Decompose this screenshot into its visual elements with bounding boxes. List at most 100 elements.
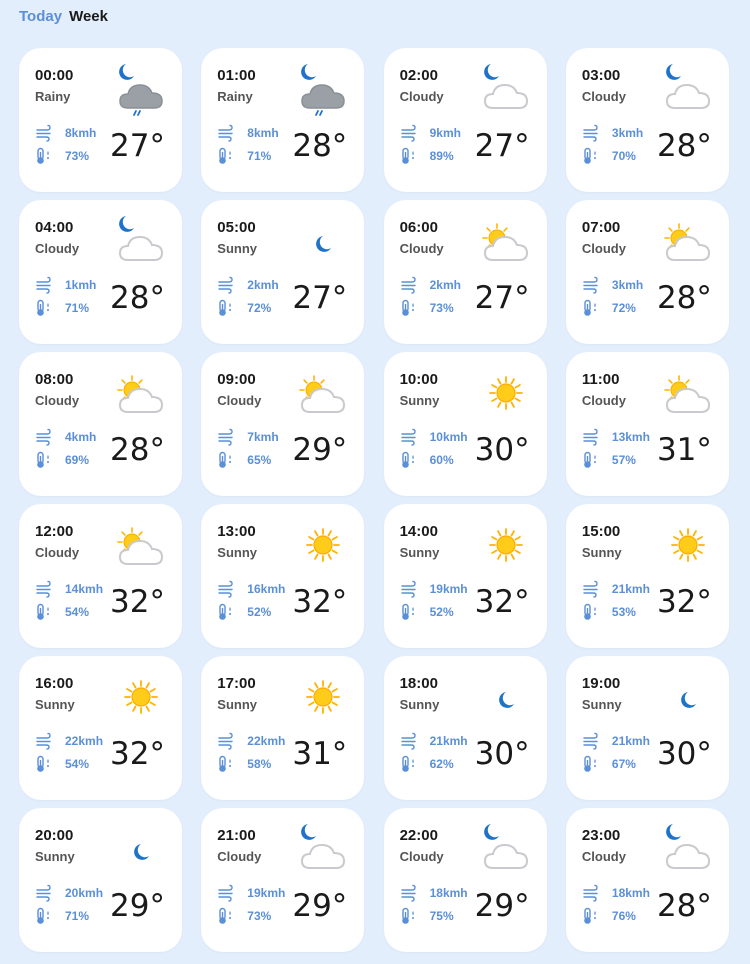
temperature: 28° [292, 128, 348, 164]
humidity-value: 69% [65, 453, 90, 467]
wind-row: 16kmh [217, 580, 285, 598]
forecast-card-1200[interactable]: 12:00 Cloudy 14kmh 54% 32° [19, 504, 182, 648]
humidity-row: 62% [400, 755, 454, 773]
forecast-time: 23:00 [581, 827, 621, 844]
wind-icon [582, 732, 600, 750]
forecast-condition: Sunny [399, 697, 440, 712]
sun-cloud-icon [116, 368, 166, 418]
forecast-card-1500[interactable]: 15:00 Sunny 21kmh 53% 32° [565, 504, 729, 648]
wind-icon [35, 580, 53, 598]
forecast-card-0300[interactable]: 03:00 Cloudy 3kmh 70% 28° [565, 48, 729, 192]
forecast-card-1800[interactable]: 18:00 Sunny 21kmh 62% 30° [383, 656, 547, 800]
humidity-value: 54% [65, 757, 90, 771]
forecast-time: 05:00 [217, 219, 256, 236]
wind-row: 8kmh [217, 124, 279, 142]
wind-speed: 19kmh [247, 886, 286, 900]
forecast-condition: Sunny [399, 545, 440, 560]
humidity-value: 71% [65, 909, 90, 923]
forecast-card-0100[interactable]: 01:00 Rainy 8kmh 71% 28° [201, 48, 365, 192]
humidity-row: 70% [582, 147, 636, 165]
humidity-row: 73% [217, 907, 271, 925]
wind-row: 22kmh [35, 732, 103, 750]
wind-speed: 13kmh [611, 430, 650, 444]
wind-speed: 8kmh [247, 126, 279, 140]
forecast-time: 01:00 [217, 67, 256, 84]
humidity-value: 67% [611, 757, 636, 771]
wind-row: 7kmh [217, 428, 279, 446]
humidity-row: 67% [582, 755, 636, 773]
sun-cloud-icon [663, 368, 713, 418]
forecast-card-2300[interactable]: 23:00 Cloudy 18kmh 76% 28° [565, 808, 729, 952]
forecast-card-2100[interactable]: 21:00 Cloudy 19kmh 73% 29° [201, 808, 365, 952]
forecast-card-1600[interactable]: 16:00 Sunny 22kmh 54% 32° [19, 656, 182, 800]
forecast-card-0000[interactable]: 00:00 Rainy 8kmh 73% 27° [19, 48, 182, 192]
humidity-row: 71% [35, 907, 89, 925]
forecast-card-1100[interactable]: 11:00 Cloudy 13kmh 57% 31° [565, 352, 729, 496]
forecast-card-0400[interactable]: 04:00 Cloudy 1kmh 71% 28° [19, 200, 182, 344]
forecast-condition: Sunny [35, 697, 75, 712]
forecast-condition: Cloudy [35, 393, 80, 408]
temperature: 29° [292, 432, 348, 468]
wind-row: 21kmh [582, 580, 650, 598]
wind-icon [35, 732, 53, 750]
tab-today[interactable]: Today [19, 8, 62, 25]
humidity-row: 75% [400, 907, 454, 925]
humidity-value: 54% [65, 605, 90, 619]
forecast-card-1400[interactable]: 14:00 Sunny 19kmh 52% 32° [383, 504, 547, 648]
forecast-condition: Cloudy [399, 849, 444, 864]
forecast-time: 22:00 [399, 827, 438, 844]
moon-icon [481, 672, 531, 722]
temperature: 29° [292, 888, 348, 924]
forecast-card-1700[interactable]: 17:00 Sunny 22kmh 58% 31° [201, 656, 365, 800]
humidity-value: 76% [611, 909, 636, 923]
wind-icon [400, 276, 418, 294]
forecast-card-0200[interactable]: 02:00 Cloudy 9kmh 89% 27° [383, 48, 547, 192]
wind-speed: 9kmh [429, 126, 461, 140]
forecast-time: 11:00 [581, 371, 620, 388]
wind-icon [35, 276, 53, 294]
forecast-condition: Cloudy [581, 393, 626, 408]
humidity-row: 52% [217, 603, 271, 621]
forecast-card-0700[interactable]: 07:00 Cloudy 3kmh 72% 28° [565, 200, 729, 344]
humidity-row: 71% [217, 147, 271, 165]
humidity-value: 72% [247, 301, 272, 315]
view-tabs: Today Week [19, 8, 108, 25]
wind-row: 22kmh [217, 732, 285, 750]
thermometer-humidity-icon [35, 603, 53, 621]
wind-icon [582, 884, 600, 902]
forecast-condition: Cloudy [217, 849, 262, 864]
wind-speed: 2kmh [247, 278, 279, 292]
forecast-time: 20:00 [35, 827, 74, 844]
hourly-forecast-grid: 00:00 Rainy 8kmh 73% 27° 01:00 Rainy 8kmh 71% 28°… [19, 48, 729, 952]
forecast-time: 00:00 [35, 67, 74, 84]
forecast-time: 21:00 [217, 827, 256, 844]
humidity-value: 65% [247, 453, 272, 467]
forecast-card-1900[interactable]: 19:00 Sunny 21kmh 67% 30° [565, 656, 729, 800]
forecast-card-0800[interactable]: 08:00 Cloudy 4kmh 69% 28° [19, 352, 182, 496]
forecast-card-1000[interactable]: 10:00 Sunny 10kmh 60% 30° [383, 352, 547, 496]
forecast-condition: Cloudy [581, 849, 626, 864]
wind-row: 18kmh [400, 884, 468, 902]
wind-row: 3kmh [582, 276, 643, 294]
sun-cloud-icon [298, 368, 348, 418]
forecast-card-1300[interactable]: 13:00 Sunny 16kmh 52% 32° [201, 504, 365, 648]
thermometer-humidity-icon [582, 299, 600, 317]
forecast-card-2200[interactable]: 22:00 Cloudy 18kmh 75% 29° [383, 808, 547, 952]
temperature: 27° [292, 280, 348, 316]
forecast-card-0500[interactable]: 05:00 Sunny 2kmh 72% 27° [201, 200, 365, 344]
forecast-condition: Cloudy [581, 241, 626, 256]
moon-cloud-icon [663, 824, 713, 874]
wind-row: 21kmh [400, 732, 468, 750]
forecast-card-0600[interactable]: 06:00 Cloudy 2kmh 73% 27° [383, 200, 547, 344]
humidity-value: 60% [429, 453, 454, 467]
forecast-card-0900[interactable]: 09:00 Cloudy 7kmh 65% 29° [201, 352, 365, 496]
humidity-value: 73% [429, 301, 454, 315]
tab-week[interactable]: Week [69, 8, 108, 25]
wind-speed: 10kmh [429, 430, 468, 444]
wind-speed: 3kmh [611, 126, 644, 140]
humidity-row: 72% [217, 299, 271, 317]
thermometer-humidity-icon [582, 603, 600, 621]
forecast-card-2000[interactable]: 20:00 Sunny 20kmh 71% 29° [19, 808, 182, 952]
sun-cloud-icon [116, 520, 166, 570]
sun-icon [481, 520, 531, 570]
